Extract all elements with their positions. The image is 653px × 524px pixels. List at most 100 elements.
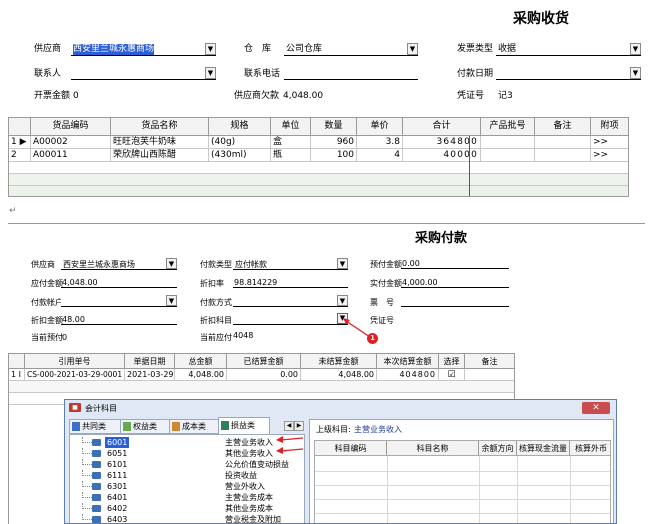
cell-unit[interactable]: 瓶 — [271, 149, 311, 161]
col-unit[interactable]: 单位 — [271, 118, 311, 135]
table-row[interactable] — [9, 162, 628, 174]
cell-qty[interactable]: 960 — [311, 136, 357, 148]
chevron-down-icon[interactable]: ▼ — [166, 295, 177, 306]
chevron-down-icon[interactable]: ▼ — [205, 43, 216, 55]
purchase-grid-header: 货品编码 货品名称 规格 单位 数量 单价 合计 产品批号 备注 附项 — [9, 118, 628, 136]
col-subject-name[interactable]: 科目名称 — [387, 441, 479, 455]
col-subject-code[interactable]: 科目编码 — [315, 441, 387, 455]
chevron-down-icon[interactable]: ▼ — [205, 67, 216, 79]
tree-item-code: 6111 — [107, 471, 128, 480]
invoice-type-combo[interactable]: 收据 ▼ — [496, 43, 641, 56]
cell-unsettled[interactable]: 4,048.00 — [301, 369, 377, 380]
prepaid-input[interactable]: 0.00 — [401, 258, 509, 269]
account-combo[interactable]: ▼ — [61, 295, 177, 307]
tree-item-code: 6001 — [105, 437, 130, 448]
col-price[interactable]: 单价 — [357, 118, 403, 135]
table-row[interactable]: 1 ▶ A00002 旺旺泡芙牛奶味 (40g) 盒 960 3.8 36480… — [9, 136, 628, 149]
tab-scroll-left-icon[interactable]: ◀ — [284, 421, 294, 431]
table-row[interactable]: 1 I CS-000-2021-03-29-0001 2021-03-29 4,… — [9, 369, 514, 381]
col-remark[interactable]: 备注 — [465, 354, 514, 368]
cell-ref[interactable]: CS-000-2021-03-29-0001 — [25, 369, 125, 380]
cell-unit[interactable]: 盒 — [271, 136, 311, 148]
subject-list-grid: 科目编码 科目名称 余额方向 核算现金流量 核算外币 — [314, 440, 612, 523]
parent-subject-value: 主营业务收入 — [354, 425, 402, 434]
tab-profit-loss[interactable]: 损益类 — [218, 417, 270, 434]
cell-current[interactable]: 404800 — [377, 369, 439, 380]
total-red-line — [469, 136, 470, 196]
extra-button[interactable]: >> — [591, 149, 628, 161]
col-batch[interactable]: 产品批号 — [481, 118, 535, 135]
cell-name[interactable]: 旺旺泡芙牛奶味 — [111, 136, 209, 148]
supplier-combo[interactable]: 西安里兰城永惠商场 ▼ — [71, 43, 216, 56]
cell-name[interactable]: 荣欣牌山西陈醋 — [111, 149, 209, 161]
col-date[interactable]: 单据日期 — [125, 354, 175, 368]
payable-input[interactable]: 4,048.00 — [61, 277, 177, 288]
tree-item[interactable]: 6111 投资收益 — [70, 470, 304, 481]
cell-spec[interactable]: (40g) — [209, 136, 271, 148]
col-spec[interactable]: 规格 — [209, 118, 271, 135]
tree-item[interactable]: 6402 其他业务成本 — [70, 503, 304, 514]
cell-code[interactable]: A00011 — [31, 149, 111, 161]
col-extra[interactable]: 附项 — [591, 118, 628, 135]
chevron-down-icon[interactable]: ▼ — [337, 295, 348, 306]
chevron-down-icon[interactable]: ▼ — [166, 258, 177, 269]
col-cashflow[interactable]: 核算现金流量 — [517, 441, 570, 455]
tree-item[interactable]: 6401 主营业务成本 — [70, 492, 304, 503]
discount-amount-input[interactable]: 48.00 — [61, 314, 177, 325]
col-foreign[interactable]: 核算外币 — [570, 441, 612, 455]
cell-price[interactable]: 4 — [357, 149, 403, 161]
col-balance-dir[interactable]: 余额方向 — [479, 441, 517, 455]
dialog-titlebar[interactable]: ■ 会计科目 ✕ — [65, 400, 616, 416]
col-unsettled[interactable]: 未结算金额 — [301, 354, 377, 368]
cell-date[interactable]: 2021-03-29 — [125, 369, 175, 380]
warehouse-combo[interactable]: 公司仓库 ▼ — [284, 43, 418, 56]
chevron-down-icon[interactable]: ▼ — [630, 43, 641, 55]
table-row[interactable]: 2 A00011 荣欣牌山西陈醋 (430ml) 瓶 100 4 40000 >… — [9, 149, 628, 162]
cell-settled[interactable]: 0.00 — [227, 369, 301, 380]
tab-common[interactable]: 共同类 — [69, 419, 121, 434]
tab-equity[interactable]: 权益类 — [120, 419, 170, 434]
col-ref[interactable]: 引用单号 — [25, 354, 125, 368]
col-qty[interactable]: 数量 — [311, 118, 357, 135]
method-combo[interactable]: ▼ — [233, 295, 348, 307]
tree-item[interactable]: 6101 公允价值变动损益 — [70, 459, 304, 470]
contact-phone-input[interactable] — [284, 68, 418, 80]
col-name[interactable]: 货品名称 — [111, 118, 209, 135]
discount-subject-input[interactable]: ▼ — [233, 313, 348, 325]
tree-guide — [82, 470, 92, 476]
col-settled[interactable]: 已结算金额 — [227, 354, 301, 368]
tree-item[interactable]: 6301 营业外收入 — [70, 481, 304, 492]
cell-qty[interactable]: 100 — [311, 149, 357, 161]
contact-combo[interactable]: ▼ — [71, 67, 216, 80]
close-button[interactable]: ✕ — [582, 402, 610, 414]
col-select[interactable]: 选择 — [439, 354, 465, 368]
extra-button[interactable]: >> — [591, 136, 628, 148]
tree-item[interactable]: 6403 营业税金及附加 — [70, 514, 304, 523]
tree-item[interactable]: 6051 其他业务收入 — [70, 448, 304, 459]
pay-supplier-combo[interactable]: 西安里兰城永惠商场 ▼ — [61, 258, 177, 270]
chevron-down-icon[interactable]: ▼ — [407, 43, 418, 55]
cell-total[interactable]: 4,048.00 — [175, 369, 227, 380]
cell-price[interactable]: 3.8 — [357, 136, 403, 148]
payment-grid-header: 引用单号 单据日期 总金额 已结算金额 未结算金额 本次结算金额 选择 备注 — [9, 354, 514, 369]
ticket-input[interactable] — [401, 296, 509, 307]
col-code[interactable]: 货品编码 — [31, 118, 111, 135]
chevron-down-icon[interactable]: ▼ — [337, 258, 348, 269]
pay-date-combo[interactable]: ▼ — [496, 67, 641, 80]
tree-item[interactable]: 6001 主营业务收入 — [70, 437, 304, 448]
actual-pay-input[interactable]: 4,000.00 — [401, 277, 509, 288]
cell-code[interactable]: A00002 — [31, 136, 111, 148]
pay-type-combo[interactable]: 应付帐款 ▼ — [233, 258, 348, 270]
chevron-down-icon[interactable]: ▼ — [630, 67, 641, 79]
col-total[interactable]: 总金额 — [175, 354, 227, 368]
select-checkbox[interactable]: ☑ — [439, 369, 465, 380]
tab-scroll-right-icon[interactable]: ▶ — [294, 421, 304, 431]
col-total[interactable]: 合计 — [403, 118, 481, 135]
cell-spec[interactable]: (430ml) — [209, 149, 271, 161]
table-row[interactable] — [9, 174, 628, 186]
col-current[interactable]: 本次结算金额 — [377, 354, 439, 368]
discount-rate-input[interactable]: 98.814229 — [233, 277, 348, 288]
col-remark[interactable]: 备注 — [535, 118, 591, 135]
tab-cost[interactable]: 成本类 — [169, 419, 219, 434]
table-row[interactable] — [9, 381, 514, 393]
